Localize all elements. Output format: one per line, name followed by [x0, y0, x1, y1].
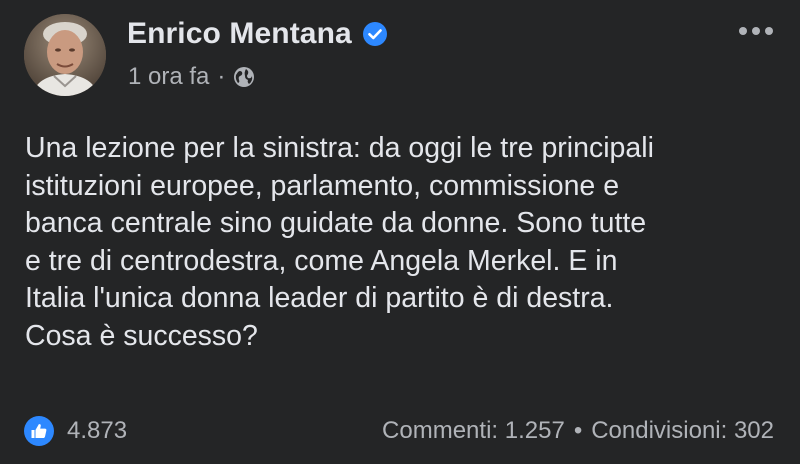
- shares-count-link[interactable]: Condivisioni: 302: [591, 417, 774, 445]
- post-meta: 1 ora fa ·: [128, 60, 255, 94]
- more-horizontal-icon: [739, 27, 773, 35]
- reaction-count: 4.873: [67, 417, 128, 444]
- like-icon: [24, 416, 54, 446]
- more-options-button[interactable]: [734, 14, 778, 48]
- author-name[interactable]: Enrico Mentana: [127, 17, 352, 51]
- meta-separator: ·: [217, 63, 226, 90]
- post-body-text: Una lezione per la sinistra: da oggi le …: [25, 132, 654, 352]
- globe-icon[interactable]: [233, 66, 255, 88]
- avatar[interactable]: [24, 14, 106, 96]
- post-timestamp[interactable]: 1 ora fa: [128, 63, 209, 91]
- post-card: Enrico Mentana 1 ora fa · Una lezione pe…: [0, 0, 800, 464]
- engagement-stats: Commenti: 1.257 • Condivisioni: 302: [382, 414, 774, 448]
- author-row: Enrico Mentana: [127, 14, 388, 54]
- verified-badge-icon: [362, 21, 388, 47]
- stats-separator: •: [573, 417, 583, 444]
- comments-count-link[interactable]: Commenti: 1.257: [382, 417, 565, 445]
- reactions-summary[interactable]: 4.873: [24, 414, 127, 448]
